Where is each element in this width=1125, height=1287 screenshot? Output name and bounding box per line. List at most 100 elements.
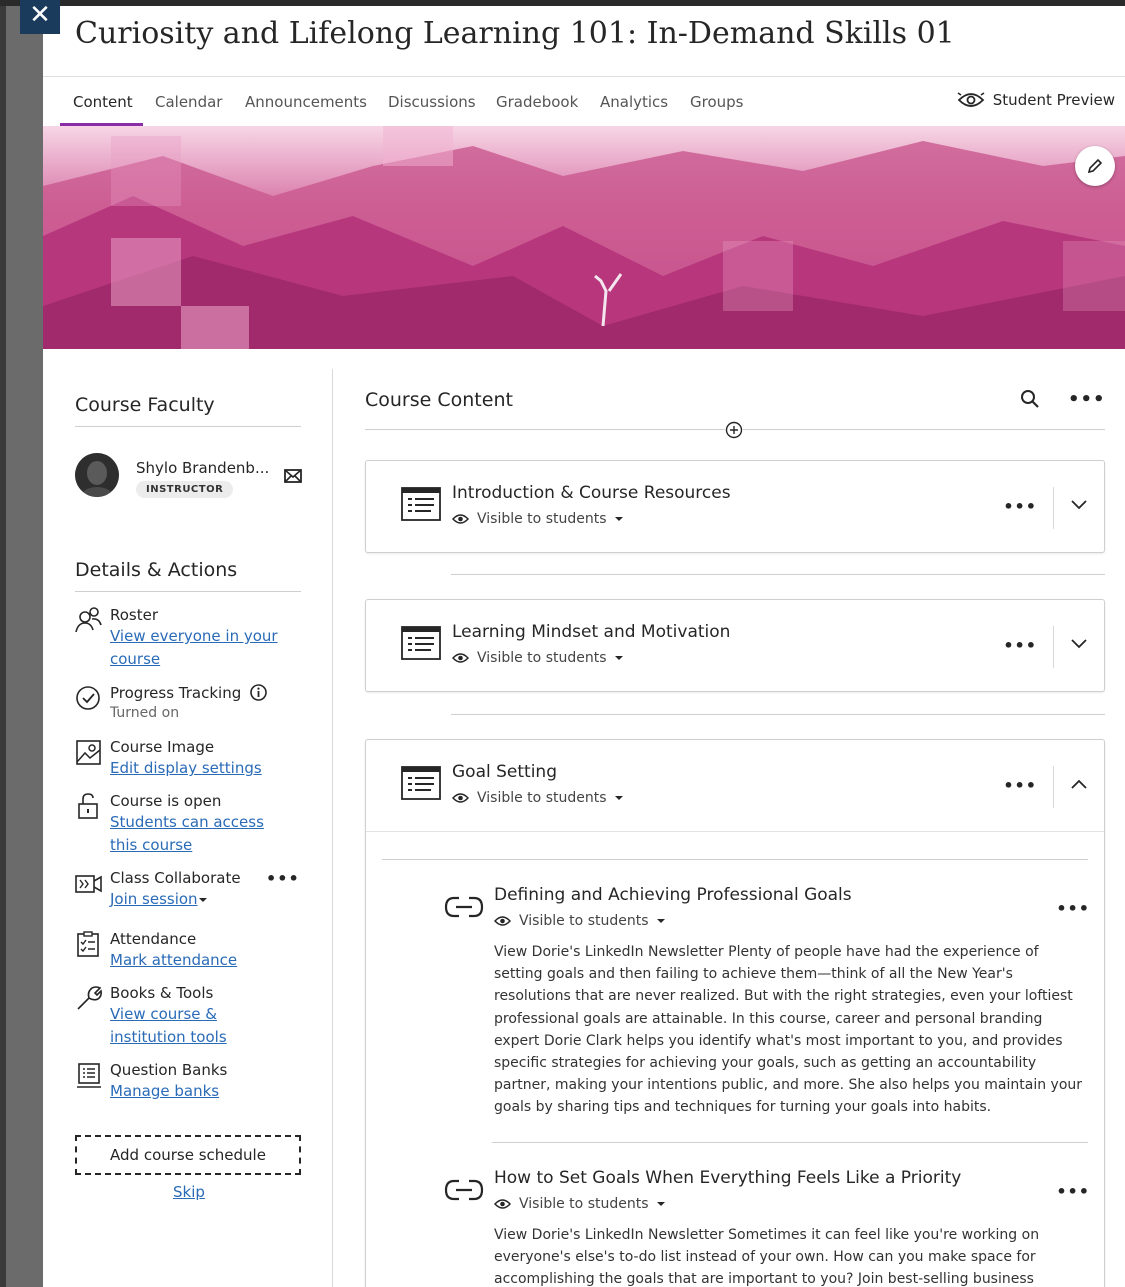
folder-divider bbox=[451, 714, 1105, 715]
details-actions-heading: Details & Actions bbox=[75, 559, 301, 592]
eye-icon bbox=[494, 1199, 511, 1209]
student-preview-icon bbox=[957, 92, 985, 107]
folder-header-divider bbox=[366, 831, 1104, 832]
caret-down-icon bbox=[656, 919, 665, 923]
tab-analytics[interactable]: Analytics bbox=[600, 93, 668, 111]
view-tools-link[interactable]: View course & institution tools bbox=[110, 1003, 290, 1049]
mark-attendance-link[interactable]: Mark attendance bbox=[110, 949, 290, 972]
student-preview-label: Student Preview bbox=[992, 91, 1115, 109]
tab-content[interactable]: Content bbox=[73, 93, 133, 111]
students-access-link[interactable]: Students can access this course bbox=[110, 811, 285, 857]
column-divider bbox=[332, 369, 333, 1287]
folder-separator bbox=[1053, 487, 1054, 529]
pencil-icon bbox=[1087, 158, 1103, 174]
folder-more-icon[interactable]: ••• bbox=[1003, 636, 1037, 655]
course-banner-image bbox=[43, 126, 1125, 349]
content-more-icon[interactable]: ••• bbox=[1068, 389, 1106, 410]
add-content-icon[interactable] bbox=[725, 421, 743, 439]
folder-introduction[interactable]: Introduction & Course Resources Visible … bbox=[365, 460, 1105, 553]
edit-banner-button[interactable] bbox=[1075, 146, 1115, 186]
join-session-link[interactable]: Join session bbox=[110, 888, 198, 911]
course-open-label: Course is open bbox=[110, 792, 222, 810]
caret-down-icon bbox=[614, 796, 623, 800]
unlock-icon bbox=[78, 793, 98, 819]
caret-down-icon bbox=[656, 1202, 665, 1206]
folder-title[interactable]: Introduction & Course Resources bbox=[452, 483, 731, 503]
item-title[interactable]: How to Set Goals When Everything Feels L… bbox=[494, 1168, 961, 1188]
tab-discussions[interactable]: Discussions bbox=[388, 93, 476, 111]
avatar[interactable] bbox=[75, 453, 119, 497]
visibility-label: Visible to students bbox=[477, 790, 607, 806]
attendance-label: Attendance bbox=[110, 930, 197, 948]
folder-more-icon[interactable]: ••• bbox=[1003, 776, 1037, 795]
chevron-down-icon[interactable] bbox=[1070, 499, 1088, 511]
close-icon[interactable]: ✕ bbox=[20, 0, 60, 34]
eye-icon bbox=[452, 514, 469, 524]
manage-banks-link[interactable]: Manage banks bbox=[110, 1080, 290, 1103]
folder-title[interactable]: Learning Mindset and Motivation bbox=[452, 622, 730, 642]
caret-down-icon bbox=[614, 656, 623, 660]
collaborate-icon bbox=[75, 875, 102, 893]
link-icon bbox=[444, 896, 484, 918]
image-icon bbox=[76, 740, 101, 765]
folder-icon bbox=[401, 626, 441, 660]
page-title: Curiosity and Lifelong Learning 101: In-… bbox=[75, 16, 955, 51]
top-edge bbox=[0, 0, 1125, 6]
item-description: View Dorie's LinkedIn Newsletter Plenty … bbox=[494, 944, 1083, 1116]
edit-display-settings-link[interactable]: Edit display settings bbox=[110, 757, 290, 780]
folder-separator bbox=[1053, 766, 1054, 808]
item-description: View Dorie's LinkedIn Newsletter Sometim… bbox=[494, 1227, 1040, 1287]
collaborate-more-icon[interactable]: ••• bbox=[266, 869, 300, 888]
question-banks-label: Question Banks bbox=[110, 1061, 228, 1079]
attendance-icon bbox=[77, 931, 99, 957]
faculty-name[interactable]: Shylo Brandenb... bbox=[136, 459, 269, 477]
chevron-up-icon[interactable] bbox=[1070, 778, 1088, 790]
visibility-dropdown[interactable]: Visible to students bbox=[452, 790, 623, 806]
mail-icon[interactable] bbox=[284, 469, 302, 483]
tab-announcements[interactable]: Announcements bbox=[245, 93, 367, 111]
eye-icon bbox=[452, 793, 469, 803]
collaborate-label: Class Collaborate bbox=[110, 869, 241, 887]
progress-status: Turned on bbox=[110, 705, 180, 721]
course-nav: Content Calendar Announcements Discussio… bbox=[43, 76, 1125, 127]
visibility-dropdown[interactable]: Visible to students bbox=[494, 1196, 665, 1212]
folder-learning-mindset[interactable]: Learning Mindset and Motivation Visible … bbox=[365, 599, 1105, 692]
visibility-dropdown[interactable]: Visible to students bbox=[452, 511, 623, 527]
visibility-dropdown[interactable]: Visible to students bbox=[494, 913, 665, 929]
student-preview-button[interactable]: Student Preview bbox=[957, 91, 1115, 109]
eye-icon bbox=[452, 653, 469, 663]
roster-link[interactable]: View everyone in your course bbox=[110, 625, 290, 671]
item-more-icon[interactable]: ••• bbox=[1056, 1182, 1090, 1201]
folder-inner-divider bbox=[382, 859, 1088, 860]
search-icon[interactable] bbox=[1020, 389, 1040, 409]
chevron-down-icon[interactable] bbox=[1070, 638, 1088, 650]
chevron-down-icon[interactable] bbox=[198, 896, 208, 904]
roster-icon bbox=[75, 607, 102, 633]
question-bank-icon bbox=[77, 1063, 101, 1088]
eye-icon bbox=[494, 916, 511, 926]
folder-title[interactable]: Goal Setting bbox=[452, 762, 557, 782]
item-more-icon[interactable]: ••• bbox=[1056, 899, 1090, 918]
visibility-label: Visible to students bbox=[519, 1196, 649, 1212]
visibility-dropdown[interactable]: Visible to students bbox=[452, 650, 623, 666]
course-faculty-heading: Course Faculty bbox=[75, 394, 301, 427]
item-title[interactable]: Defining and Achieving Professional Goal… bbox=[494, 885, 852, 905]
folder-more-icon[interactable]: ••• bbox=[1003, 497, 1037, 516]
skip-link[interactable]: Skip bbox=[173, 1183, 205, 1201]
item-divider bbox=[492, 1142, 1088, 1143]
tab-gradebook[interactable]: Gradebook bbox=[496, 93, 578, 111]
link-icon bbox=[444, 1179, 484, 1201]
add-course-schedule-button[interactable]: Add course schedule bbox=[75, 1135, 301, 1175]
check-circle-icon bbox=[76, 686, 100, 710]
tab-calendar[interactable]: Calendar bbox=[155, 93, 222, 111]
progress-label: Progress Tracking bbox=[110, 684, 267, 702]
course-image-label: Course Image bbox=[110, 738, 215, 756]
wrench-icon bbox=[77, 986, 102, 1010]
visibility-label: Visible to students bbox=[519, 913, 649, 929]
info-icon[interactable] bbox=[250, 684, 267, 701]
folder-goal-setting[interactable]: Goal Setting Visible to students ••• Def… bbox=[365, 739, 1105, 1287]
folder-separator bbox=[1053, 626, 1054, 668]
tab-groups[interactable]: Groups bbox=[690, 93, 743, 111]
books-tools-label: Books & Tools bbox=[110, 984, 214, 1002]
folder-icon bbox=[401, 487, 441, 521]
